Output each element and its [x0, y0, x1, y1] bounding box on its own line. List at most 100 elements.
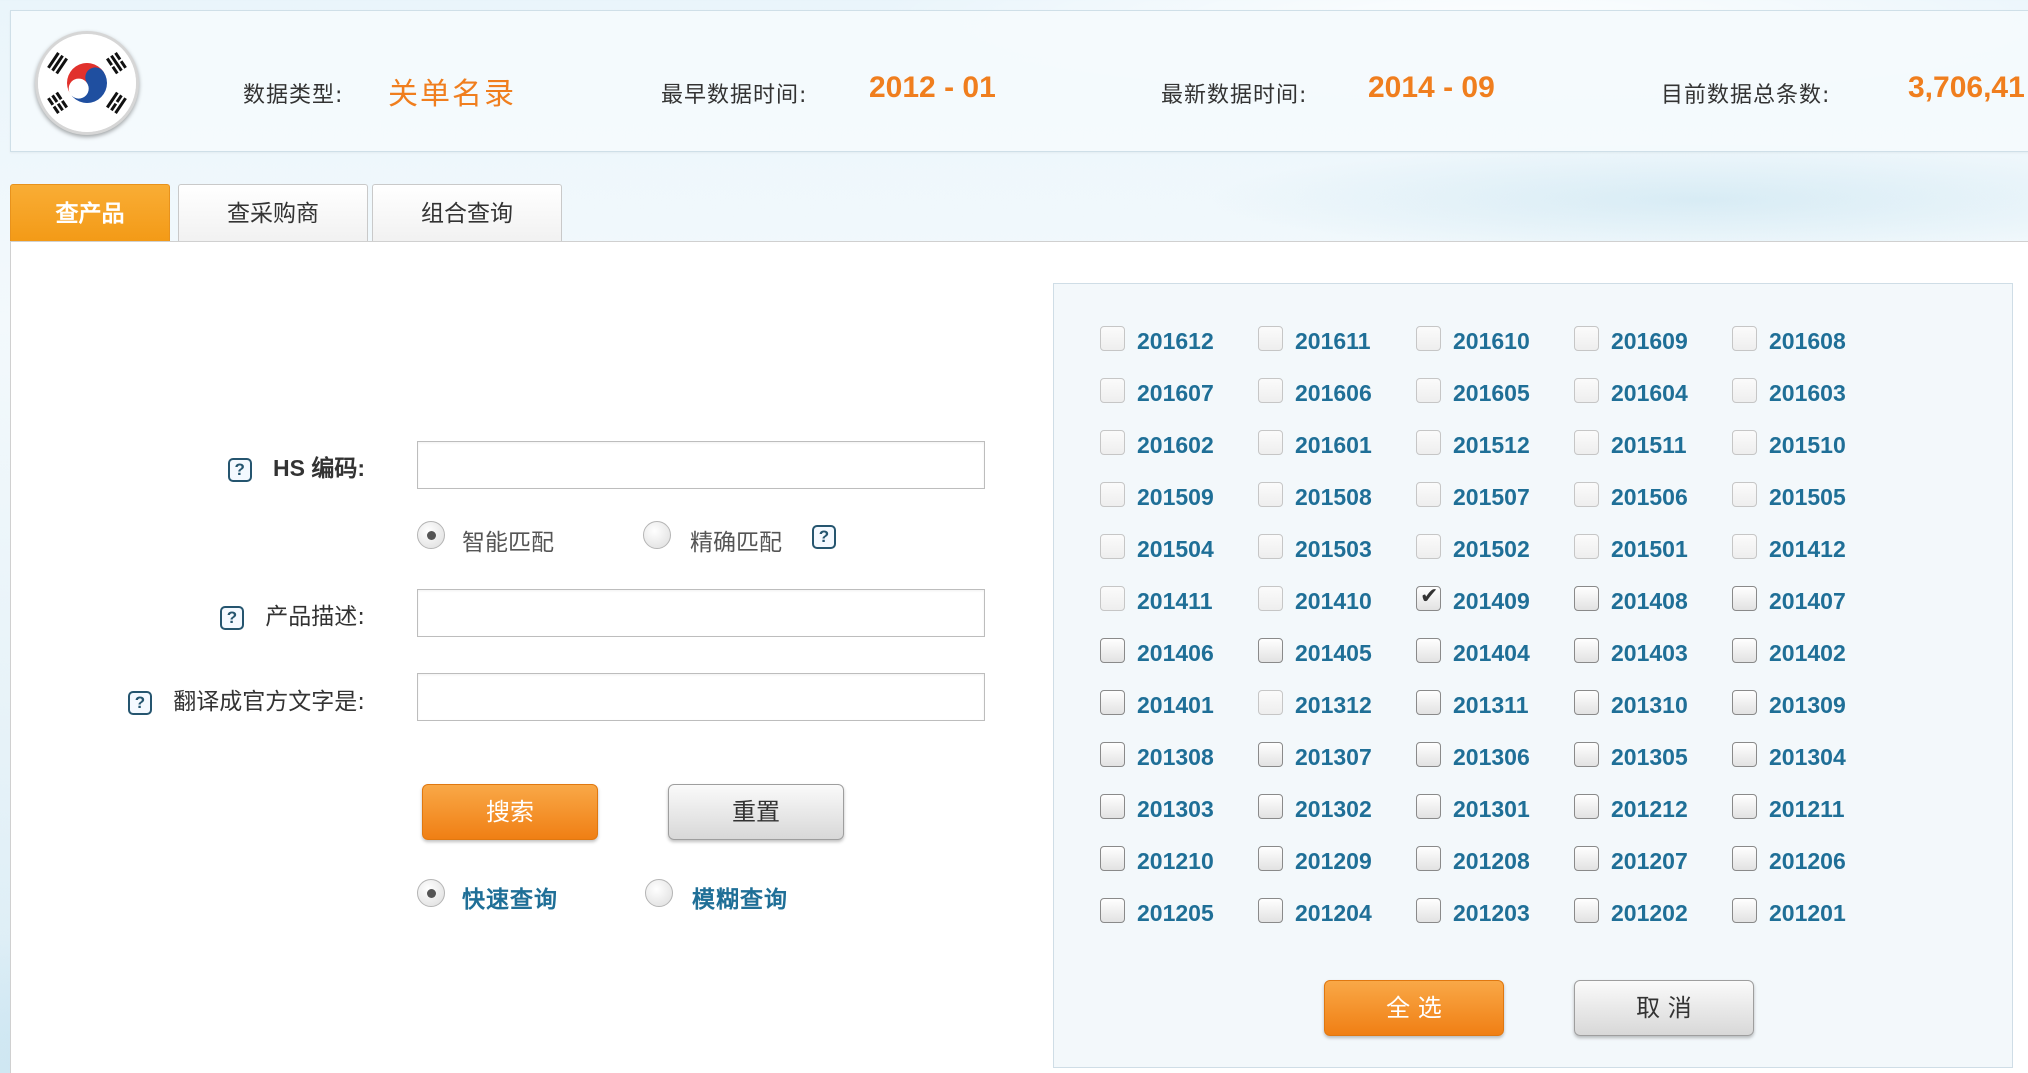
month-checkbox[interactable]	[1416, 378, 1441, 403]
translate-input[interactable]	[417, 673, 985, 721]
month-option[interactable]: 201601	[1258, 430, 1408, 460]
smart-match-radio[interactable]	[417, 521, 445, 549]
month-checkbox[interactable]	[1100, 898, 1125, 923]
fuzzy-query-radio[interactable]	[645, 879, 673, 907]
exact-match-radio[interactable]	[643, 521, 671, 549]
month-checkbox[interactable]	[1416, 482, 1441, 507]
month-option[interactable]: 201206	[1732, 846, 1882, 876]
month-option[interactable]: 201403	[1574, 638, 1724, 668]
month-checkbox[interactable]	[1258, 326, 1283, 351]
month-option[interactable]: 201412	[1732, 534, 1882, 564]
month-option[interactable]: 201201	[1732, 898, 1882, 928]
month-option[interactable]: 201504	[1100, 534, 1250, 564]
month-checkbox[interactable]	[1416, 326, 1441, 351]
month-checkbox[interactable]	[1258, 794, 1283, 819]
month-checkbox[interactable]	[1574, 690, 1599, 715]
month-option[interactable]: 201510	[1732, 430, 1882, 460]
month-option[interactable]: 201212	[1574, 794, 1724, 824]
month-checkbox[interactable]	[1574, 534, 1599, 559]
month-checkbox[interactable]	[1732, 742, 1757, 767]
month-option[interactable]: 201307	[1258, 742, 1408, 772]
tab-buyer[interactable]: 查采购商	[178, 184, 368, 242]
month-option[interactable]: 201305	[1574, 742, 1724, 772]
month-option[interactable]: 201312	[1258, 690, 1408, 720]
month-checkbox[interactable]	[1258, 482, 1283, 507]
month-option[interactable]: 201505	[1732, 482, 1882, 512]
month-checkbox[interactable]	[1574, 482, 1599, 507]
month-option[interactable]: 201309	[1732, 690, 1882, 720]
hs-code-input[interactable]	[417, 441, 985, 489]
month-checkbox[interactable]	[1732, 794, 1757, 819]
month-option[interactable]: 201611	[1258, 326, 1408, 356]
month-checkbox[interactable]	[1732, 846, 1757, 871]
month-option[interactable]: 201512	[1416, 430, 1566, 460]
month-option[interactable]: 201211	[1732, 794, 1882, 824]
help-icon[interactable]: ?	[127, 690, 152, 715]
month-checkbox[interactable]	[1100, 326, 1125, 351]
month-option[interactable]: 201402	[1732, 638, 1882, 668]
reset-button[interactable]: 重置	[668, 784, 844, 840]
month-option[interactable]: 201207	[1574, 846, 1724, 876]
month-checkbox[interactable]	[1732, 690, 1757, 715]
help-icon[interactable]: ?	[812, 525, 836, 549]
month-option[interactable]: 201603	[1732, 378, 1882, 408]
month-checkbox[interactable]	[1732, 326, 1757, 351]
month-option[interactable]: 201301	[1416, 794, 1566, 824]
month-checkbox[interactable]	[1100, 638, 1125, 663]
month-checkbox[interactable]	[1416, 898, 1441, 923]
month-checkbox[interactable]	[1732, 534, 1757, 559]
month-checkbox[interactable]	[1732, 430, 1757, 455]
month-checkbox[interactable]	[1258, 534, 1283, 559]
month-option[interactable]: 201306	[1416, 742, 1566, 772]
month-checkbox[interactable]	[1416, 742, 1441, 767]
month-checkbox[interactable]	[1732, 638, 1757, 663]
month-checkbox[interactable]	[1100, 378, 1125, 403]
month-checkbox[interactable]	[1574, 846, 1599, 871]
month-option[interactable]: 201602	[1100, 430, 1250, 460]
month-option[interactable]: 201405	[1258, 638, 1408, 668]
month-option[interactable]: 201609	[1574, 326, 1724, 356]
month-option[interactable]: 201410	[1258, 586, 1408, 616]
month-checkbox[interactable]	[1732, 482, 1757, 507]
search-button[interactable]: 搜索	[422, 784, 598, 840]
month-option[interactable]: 201308	[1100, 742, 1250, 772]
month-checkbox[interactable]	[1258, 846, 1283, 871]
month-checkbox[interactable]	[1574, 742, 1599, 767]
month-option[interactable]: 201210	[1100, 846, 1250, 876]
month-option[interactable]: 201503	[1258, 534, 1408, 564]
month-checkbox[interactable]	[1416, 638, 1441, 663]
help-icon[interactable]: ?	[227, 457, 252, 482]
month-option[interactable]: 201508	[1258, 482, 1408, 512]
month-option[interactable]: 201610	[1416, 326, 1566, 356]
product-desc-input[interactable]	[417, 589, 985, 637]
month-checkbox[interactable]	[1574, 326, 1599, 351]
month-checkbox[interactable]	[1574, 898, 1599, 923]
month-checkbox[interactable]	[1258, 638, 1283, 663]
month-checkbox[interactable]	[1574, 378, 1599, 403]
month-option[interactable]: 201209	[1258, 846, 1408, 876]
month-option[interactable]: 201411	[1100, 586, 1250, 616]
month-checkbox[interactable]	[1100, 482, 1125, 507]
month-option[interactable]: 201408	[1574, 586, 1724, 616]
month-option[interactable]: 201511	[1574, 430, 1724, 460]
month-checkbox[interactable]	[1100, 690, 1125, 715]
month-option[interactable]: 201612	[1100, 326, 1250, 356]
month-option[interactable]: 201303	[1100, 794, 1250, 824]
month-option[interactable]: 201304	[1732, 742, 1882, 772]
month-option[interactable]: 201406	[1100, 638, 1250, 668]
month-option[interactable]: 201506	[1574, 482, 1724, 512]
month-checkbox[interactable]	[1258, 430, 1283, 455]
month-option[interactable]: 201409	[1416, 584, 1566, 616]
month-option[interactable]: 201608	[1732, 326, 1882, 356]
month-checkbox[interactable]	[1258, 586, 1283, 611]
month-checkbox[interactable]	[1258, 378, 1283, 403]
month-checkbox[interactable]	[1258, 690, 1283, 715]
month-checkbox[interactable]	[1416, 584, 1441, 611]
month-checkbox[interactable]	[1100, 430, 1125, 455]
month-checkbox[interactable]	[1732, 586, 1757, 611]
month-checkbox[interactable]	[1258, 898, 1283, 923]
cancel-selection-button[interactable]: 取 消	[1574, 980, 1754, 1036]
month-option[interactable]: 201607	[1100, 378, 1250, 408]
help-icon[interactable]: ?	[219, 605, 244, 630]
select-all-button[interactable]: 全 选	[1324, 980, 1504, 1036]
